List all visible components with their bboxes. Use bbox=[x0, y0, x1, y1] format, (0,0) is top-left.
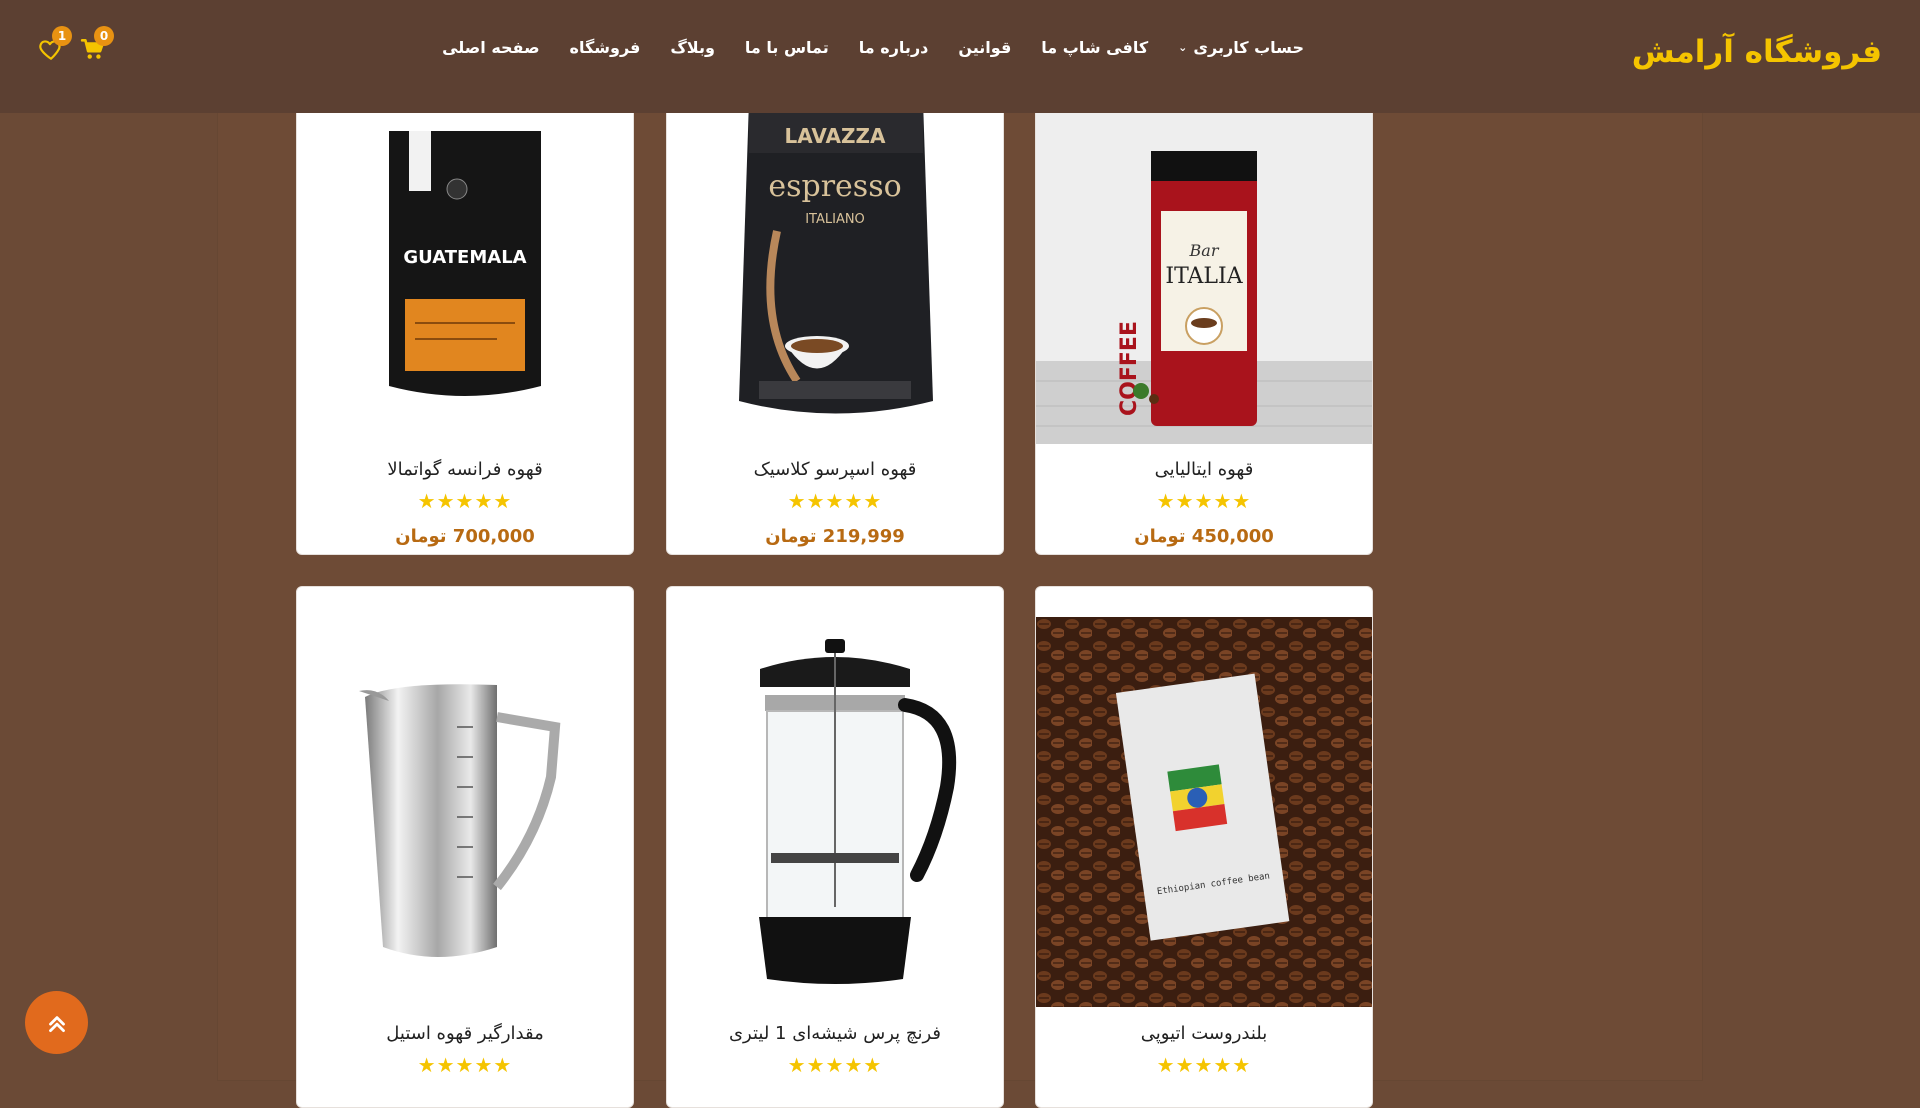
site-logo[interactable]: فروشگاه آرامش bbox=[1632, 34, 1882, 70]
product-price: 219,999 تومان bbox=[765, 526, 905, 547]
nav-blog-label: وبلاگ bbox=[670, 38, 715, 57]
main-nav: صفحه اصلی فروشگاه وبلاگ تماس با ما دربار… bbox=[442, 38, 1304, 57]
product-card[interactable]: مقدارگیر قهوه استیل ★★★★★ bbox=[296, 586, 634, 1108]
espresso-text: espresso bbox=[768, 169, 901, 204]
chevron-down-icon: ⌄ bbox=[1178, 41, 1188, 54]
wishlist-count-badge: 1 bbox=[52, 26, 72, 46]
product-image-french-press bbox=[667, 617, 1003, 1007]
product-card[interactable]: Ethiopian coffee bean بلندروست اتیوپی ★★… bbox=[1035, 586, 1373, 1108]
bar-italia-italia-text: ITALIA bbox=[1165, 264, 1243, 289]
product-card[interactable]: LAVAZZA espresso ITALIANO قهوه اسپرسو کل… bbox=[666, 60, 1004, 555]
rating-stars: ★★★★★ bbox=[1156, 489, 1252, 513]
product-image-guatemala-coffee: GUATEMALA bbox=[297, 61, 633, 444]
product-image-espresso-classic: LAVAZZA espresso ITALIANO bbox=[667, 61, 1003, 444]
italiano-text: ITALIANO bbox=[805, 212, 865, 227]
nav-contact-label: تماس با ما bbox=[744, 38, 829, 57]
rating-stars: ★★★★★ bbox=[787, 1053, 883, 1077]
product-price: 700,000 تومان bbox=[395, 526, 535, 547]
product-title[interactable]: بلندروست اتیوپی bbox=[1036, 1023, 1372, 1044]
scroll-to-top-button[interactable] bbox=[25, 991, 88, 1054]
product-card[interactable]: Bar ITALIA COFFEE قهوه ایتالیایی ★★★★★ 4… bbox=[1035, 60, 1373, 555]
header-icons: 1 0 bbox=[38, 26, 114, 62]
nav-blog[interactable]: وبلاگ bbox=[670, 38, 714, 57]
nav-home[interactable]: صفحه اصلی bbox=[442, 38, 539, 57]
wishlist-button[interactable]: 1 bbox=[38, 26, 72, 62]
product-title[interactable]: مقدارگیر قهوه استیل bbox=[297, 1023, 633, 1044]
double-chevron-up-icon bbox=[48, 1015, 65, 1032]
bar-italia-bar-text: Bar bbox=[1189, 241, 1220, 260]
lavazza-brand-text: LAVAZZA bbox=[785, 124, 886, 148]
nav-shop-label: فروشگاه bbox=[569, 38, 641, 57]
rating-stars: ★★★★★ bbox=[417, 489, 513, 513]
product-price: 450,000 تومان bbox=[1134, 526, 1274, 547]
product-card[interactable]: GUATEMALA قهوه فرانسه گواتمالا ★★★★★ 700… bbox=[296, 60, 634, 555]
coffee-vertical-text: COFFEE bbox=[1117, 321, 1142, 416]
cart-button[interactable]: 0 bbox=[80, 26, 114, 62]
cart-count-badge: 0 bbox=[94, 26, 114, 46]
product-card[interactable]: فرنچ پرس شیشه‌ای 1 لیتری ★★★★★ bbox=[666, 586, 1004, 1108]
rating-stars: ★★★★★ bbox=[417, 1053, 513, 1077]
product-title[interactable]: قهوه اسپرسو کلاسیک bbox=[667, 459, 1003, 480]
product-title[interactable]: قهوه ایتالیایی bbox=[1036, 459, 1372, 480]
nav-rules-label: قوانین bbox=[958, 38, 1012, 57]
guatemala-text: GUATEMALA bbox=[403, 247, 526, 268]
nav-home-label: صفحه اصلی bbox=[442, 38, 540, 57]
nav-rules[interactable]: قوانین bbox=[958, 38, 1011, 57]
nav-coffee-shop[interactable]: کافی شاپ ما bbox=[1041, 38, 1148, 57]
product-image-steel-pitcher bbox=[297, 617, 633, 1007]
nav-about-label: درباره ما bbox=[858, 38, 929, 57]
product-title[interactable]: فرنچ پرس شیشه‌ای 1 لیتری bbox=[667, 1023, 1003, 1044]
nav-contact[interactable]: تماس با ما bbox=[745, 38, 829, 57]
site-header: فروشگاه آرامش صفحه اصلی فروشگاه وبلاگ تم… bbox=[0, 0, 1920, 113]
product-image-italian-coffee: Bar ITALIA COFFEE bbox=[1036, 61, 1372, 444]
rating-stars: ★★★★★ bbox=[787, 489, 883, 513]
product-title[interactable]: قهوه فرانسه گواتمالا bbox=[297, 459, 633, 480]
nav-about[interactable]: درباره ما bbox=[859, 38, 929, 57]
nav-user-account[interactable]: حساب کاربری ⌄ bbox=[1178, 38, 1304, 57]
nav-coffee-shop-label: کافی شاپ ما bbox=[1041, 38, 1149, 57]
nav-shop[interactable]: فروشگاه bbox=[570, 38, 641, 57]
product-image-ethiopian-coffee: Ethiopian coffee bean bbox=[1036, 617, 1372, 1007]
nav-user-account-label: حساب کاربری bbox=[1193, 38, 1304, 57]
rating-stars: ★★★★★ bbox=[1156, 1053, 1252, 1077]
